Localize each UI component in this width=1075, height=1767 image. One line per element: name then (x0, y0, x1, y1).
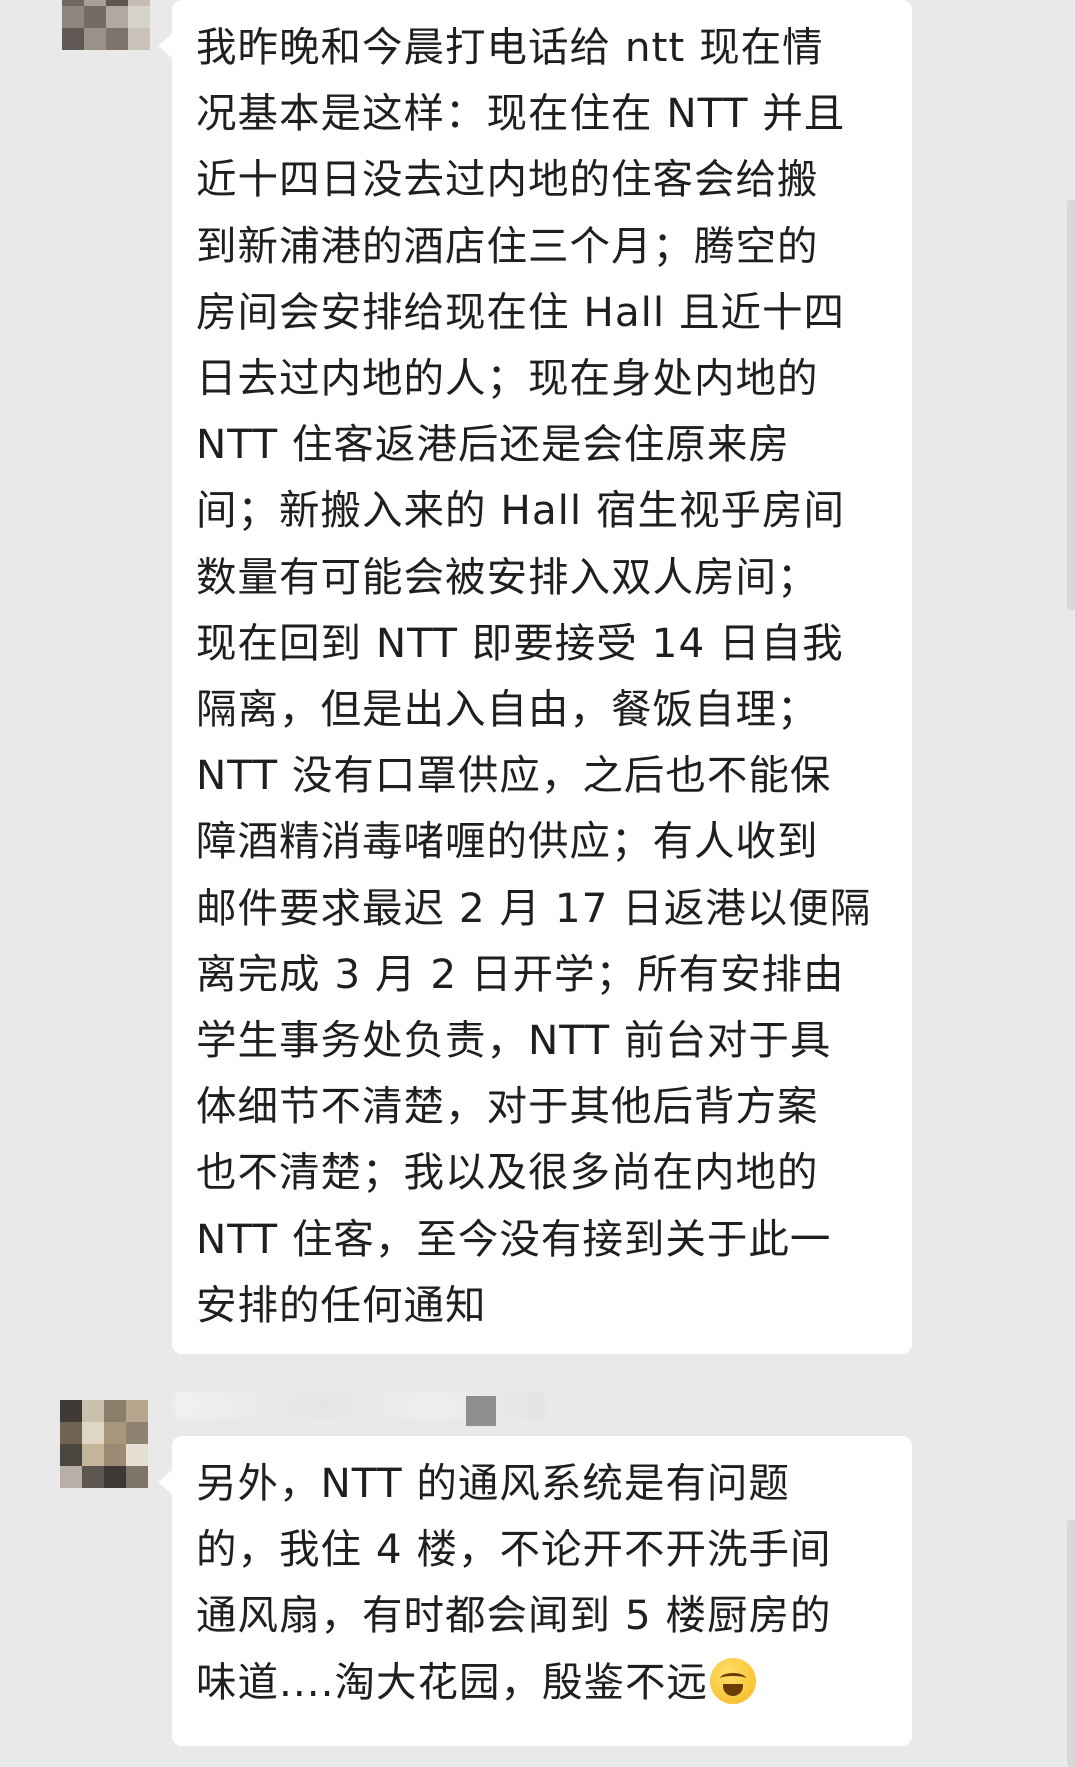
redaction-block (466, 1396, 496, 1426)
message-line: 也不清楚；我以及很多尚在内地的 (196, 1148, 819, 1197)
message-line: 另外，NTT 的通风系统是有问题 (196, 1459, 790, 1507)
message-line: 况基本是这样：现在住在 NTT 并且 (196, 89, 846, 138)
message-line: NTT 住客返港后还是会住原来房 (196, 420, 790, 469)
message-line-with-emoji: 味道....淘大花园，殷鉴不远 (196, 1649, 884, 1715)
crying-laughing-emoji-icon (710, 1657, 756, 1704)
message-line: 数量有可能会被安排入双人房间； (196, 552, 819, 601)
message-line: 障酒精消毒啫喱的供应；有人收到 (196, 817, 819, 866)
message-line: 近十四日没去过内地的住客会给搬 (196, 155, 819, 204)
message-line: 间；新搬入来的 Hall 宿生视乎房间 (196, 486, 846, 535)
message-line: 日去过内地的人；现在身处内地的 (196, 354, 819, 403)
scrollbar[interactable] (1067, 200, 1075, 610)
message-line: 体细节不清楚，对于其他后背方案 (196, 1082, 819, 1131)
avatar[interactable] (62, 0, 150, 50)
message-line: 现在回到 NTT 即要接受 14 日自我 (196, 618, 844, 667)
message-line: NTT 没有口罩供应，之后也不能保 (196, 751, 832, 800)
message-line: 安排的任何通知 (196, 1280, 487, 1329)
message-line: 到新浦港的酒店住三个月；腾空的 (196, 221, 819, 270)
scrollbar[interactable] (1067, 1520, 1075, 1767)
message-line: 房间会安排给现在住 Hall 且近十四 (196, 287, 846, 336)
message-line: 学生事务处负责，NTT 前台对于具 (196, 1016, 832, 1065)
message-bubble[interactable]: 另外，NTT 的通风系统是有问题 的，我住 4 楼，不论开不开洗手间 通风扇，有… (158, 1436, 912, 1746)
message-line: 离完成 3 月 2 日开学；所有安排由 (196, 949, 845, 998)
chat-log: 我昨晚和今晨打电话给 ntt 现在情 况基本是这样：现在住在 NTT 并且 近十… (0, 0, 1075, 1767)
message-line: NTT 住客，至今没有接到关于此一 (196, 1214, 832, 1263)
message-line: 邮件要求最迟 2 月 17 日返港以便隔 (196, 883, 872, 932)
message-line: 味道....淘大花园，殷鉴不远 (196, 1657, 708, 1706)
message-bubble[interactable]: 我昨晚和今晨打电话给 ntt 现在情 况基本是这样：现在住在 NTT 并且 近十… (158, 0, 912, 1354)
message-line: 隔离，但是出入自由，餐饭自理； (196, 685, 819, 734)
message-line: 的，我住 4 楼，不论开不开洗手间 (196, 1525, 832, 1574)
message-line: 通风扇，有时都会闻到 5 楼厨房的 (196, 1591, 832, 1640)
avatar[interactable] (60, 1400, 148, 1488)
message-line: 我昨晚和今晨打电话给 ntt 现在情 (196, 23, 824, 71)
